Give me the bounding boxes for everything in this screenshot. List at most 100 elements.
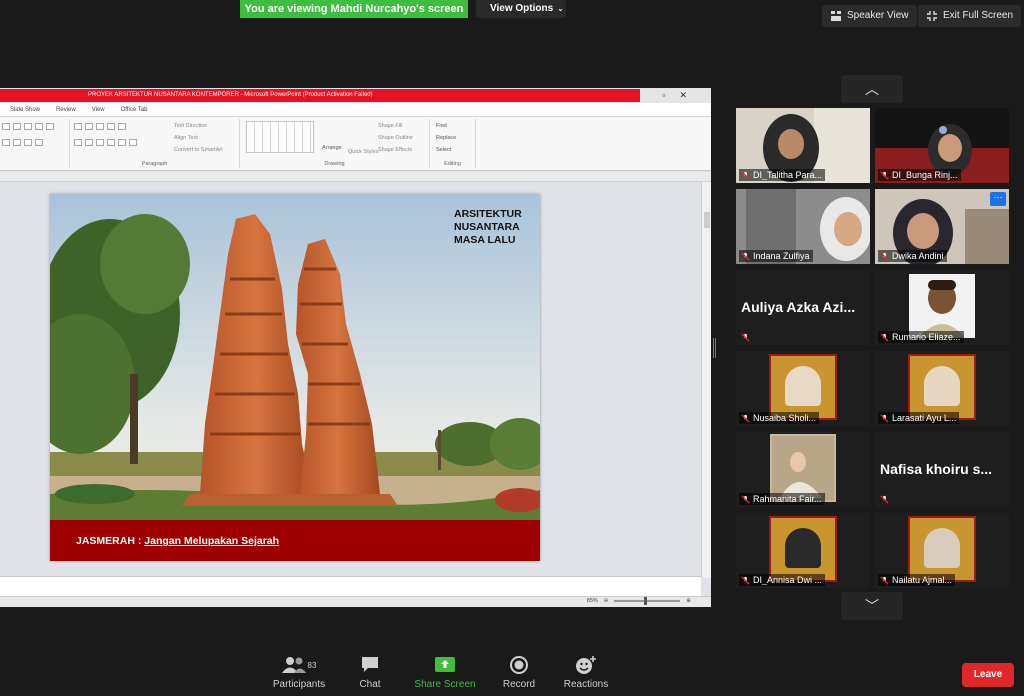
participants-button[interactable]: 83 Participants [264,654,334,690]
shape-effects-button[interactable]: Shape Effects [378,147,412,153]
view-options-button[interactable]: View Options ⌄ [476,0,566,18]
reactions-icon [576,656,596,674]
convert-smartart-button[interactable]: Convert to SmartArt [174,147,223,153]
find-button[interactable]: Find [436,123,447,129]
speaker-view-button[interactable]: Speaker View [822,5,917,27]
participant-tile[interactable]: Larasati Ayu L... [875,351,1009,426]
participant-tile[interactable]: ··· Dwika Andini [875,189,1009,264]
participant-tile[interactable]: Indana Zulfiya [736,189,870,264]
participant-name-tag: DI_Annisa Dwi ... [739,574,826,586]
gallery-scroll-down-button[interactable]: ﹀ [841,592,903,620]
list-controls[interactable] [74,123,126,130]
exit-full-screen-button[interactable]: Exit Full Screen [918,5,1022,27]
slide-heading-line: MASA LALU [454,234,516,246]
more-options-button[interactable]: ··· [990,192,1006,206]
participant-tile[interactable]: DI_Talitha Para... [736,108,870,183]
slide[interactable]: ARSITEKTUR NUSANTARA MASA LALU JASMERAH … [50,194,540,561]
ppt-status-bar: 85% ⊖ ⊕ [0,596,711,607]
participant-name-tag: Nailatu Ajmal... [878,574,956,586]
slide-heading-line: ARSITEKTUR [454,208,522,220]
shape-fill-button[interactable]: Shape Fill [378,123,402,129]
chevron-up-icon: ︿ [865,81,879,97]
quick-styles-button[interactable]: Quick Styles [348,149,379,155]
chat-button[interactable]: Chat [335,654,405,690]
viewing-screen-banner: You are viewing Mahdi Nurcahyo's screen [240,0,468,18]
align-controls[interactable] [74,139,137,146]
participant-name-tag: Rumario Eliaze... [878,331,964,343]
ribbon-font-group [0,119,70,168]
participant-tile[interactable]: DI_Annisa Dwi ... [736,513,870,588]
paragraph-group-label: Paragraph [141,161,168,167]
participant-name-tag: Indana Zulfiya [739,250,813,262]
share-screen-button[interactable]: Share Screen [410,654,480,690]
scrollbar-thumb[interactable] [704,212,710,228]
ppt-window-title: PROYEK ARSITEKTUR NUSANTARA KONTEMPORER … [0,89,640,102]
participant-name-tag: Dwika Andini [878,250,947,262]
exit-full-screen-label: Exit Full Screen [943,10,1014,21]
zoom-in-icon[interactable]: ⊕ [686,598,691,604]
participant-tile[interactable]: Nailatu Ajmal... [875,513,1009,588]
ppt-tab-review[interactable]: Review [56,107,76,113]
drawing-group-label: Drawing [324,161,345,167]
slide-heading-line: NUSANTARA [454,221,520,233]
record-button[interactable]: Record [484,654,554,690]
participant-tile[interactable]: DI_Bunga Rinj... [875,108,1009,183]
gallery-scroll-up-button[interactable]: ︿ [841,75,903,103]
zoom-control[interactable]: 85% ⊖ ⊕ [586,597,691,605]
slide-caption: JASMERAH : Jangan Melupakan Sejarah [76,535,279,547]
participant-name: DI_Talitha Para... [753,170,823,180]
ppt-title-bar: PROYEK ARSITEKTUR NUSANTARA KONTEMPORER … [0,88,711,103]
chat-icon [362,657,378,672]
participant-name: DI_Annisa Dwi ... [753,575,823,585]
participant-name: Nailatu Ajmal... [892,575,953,585]
reactions-label: Reactions [563,679,609,690]
ppt-ribbon-tabs: Slide Show Review View Office Tab [0,103,711,117]
ppt-vertical-scrollbar[interactable] [701,182,711,578]
participant-tile[interactable]: Auliya Azka Azi... [736,270,870,345]
participant-name-tag: Rahmanita Fair... [739,493,825,505]
mic-muted-icon [880,495,889,504]
share-screen-icon [435,657,455,672]
zoom-out-icon[interactable]: ⊖ [604,598,609,604]
ppt-notes-pane[interactable] [0,576,701,596]
shapes-gallery[interactable] [246,121,314,153]
reactions-button[interactable]: Reactions [551,654,621,690]
ribbon-editing-group: Find Replace Select Editing [430,119,476,168]
text-direction-button[interactable]: Text Direction [174,123,207,129]
participant-tile[interactable]: Nafisa khoiru s... [875,432,1009,507]
speaker-view-label: Speaker View [847,10,909,21]
shape-outline-button[interactable]: Shape Outline [378,135,413,141]
replace-button[interactable]: Replace [436,135,456,141]
chat-label: Chat [359,679,381,690]
zoom-slider[interactable] [614,597,681,605]
ppt-window-controls[interactable]: ▫✕ [662,90,701,101]
mic-muted-icon [880,251,889,261]
font-controls[interactable] [2,123,54,130]
participant-name: Rahmanita Fair... [753,494,822,504]
select-button[interactable]: Select [436,147,451,153]
ribbon-paragraph-group: Text Direction Align Text Convert to Sma… [70,119,240,168]
participant-frame-image [769,516,837,582]
participant-tile[interactable]: Rumario Eliaze... [875,270,1009,345]
participant-name-tag: Larasati Ayu L... [878,412,960,424]
participant-name: Indana Zulfiya [753,251,810,261]
caption-text: Jangan Melupakan Sejarah [144,535,280,547]
participant-tile[interactable]: Nusaiba Sholi... [736,351,870,426]
ppt-tab-office-tab[interactable]: Office Tab [121,107,148,113]
ribbon-drawing-group: Arrange Quick Styles Shape Fill Shape Ou… [240,119,430,168]
arrange-button[interactable]: Arrange [322,145,342,151]
ppt-tab-slide-show[interactable]: Slide Show [10,107,40,113]
mic-muted-icon [741,170,750,180]
zoom-level: 85% [586,598,598,604]
font-format-controls[interactable] [2,139,43,146]
align-text-button[interactable]: Align Text [174,135,198,141]
panel-resize-handle[interactable] [713,338,716,358]
exit-fullscreen-icon [927,11,937,21]
leave-button[interactable]: Leave [962,663,1014,687]
record-icon [510,656,528,674]
ppt-tab-view[interactable]: View [92,107,105,113]
participant-tile[interactable]: Rahmanita Fair... [736,432,870,507]
mic-muted-icon [741,413,750,423]
mic-muted-icon [741,333,750,342]
participant-frame-image [908,516,976,582]
